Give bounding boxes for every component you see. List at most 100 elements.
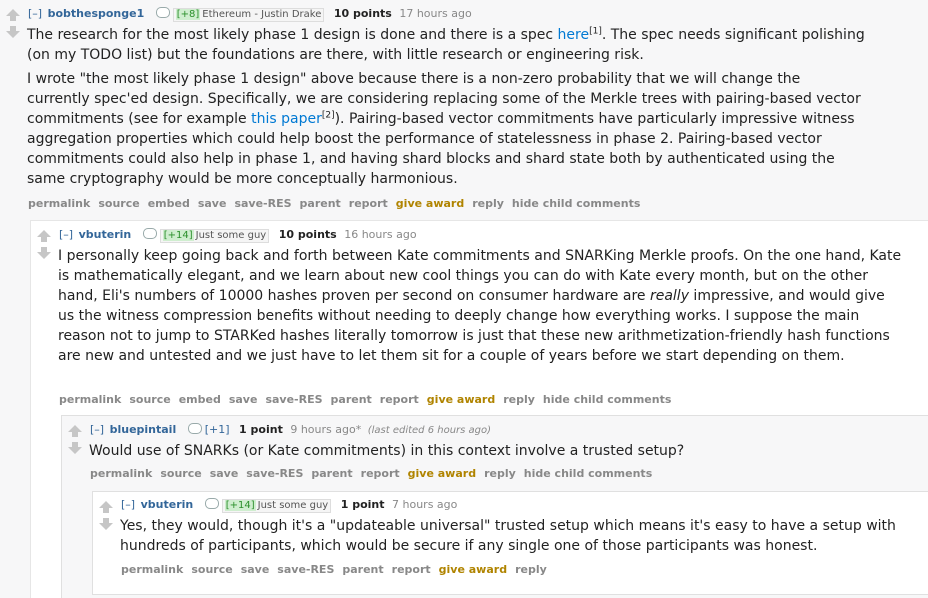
comment-actions: permalink source save save-RES parent report g… — [121, 563, 555, 577]
comment-body: Would use of SNARKs (or Kate commitments… — [89, 441, 909, 465]
comment-time: 9 hours ago* — [290, 423, 362, 436]
user-flair: [+14] Just some guy — [221, 499, 332, 513]
comment-paragraph: I personally keep going back and forth b… — [58, 246, 903, 366]
embed-button[interactable]: embed — [148, 197, 190, 210]
reply-button[interactable]: reply — [503, 393, 535, 406]
author-link[interactable]: vbuterin — [79, 228, 132, 241]
vote-column — [98, 500, 114, 531]
reply-button[interactable]: reply — [484, 467, 516, 480]
hide-child-comments-button[interactable]: hide child comments — [512, 197, 640, 210]
vote-column — [5, 8, 21, 39]
comment-score: 1 point — [239, 423, 283, 436]
comment-tagline: [–] bobthesponge1 [+8] Ethereum - Justin … — [28, 7, 472, 22]
upvote-arrow-icon[interactable] — [36, 229, 52, 243]
source-button[interactable]: source — [160, 467, 201, 480]
comment-score: 10 points — [333, 7, 392, 20]
give-award-button[interactable]: give award — [396, 197, 464, 210]
source-button[interactable]: source — [98, 197, 139, 210]
upvote-arrow-icon[interactable] — [67, 424, 83, 438]
comment-paragraph: The research for the most likely phase 1… — [27, 25, 887, 65]
give-award-button[interactable]: give award — [439, 563, 507, 576]
comment-actions: permalink source save save-RES parent report g… — [90, 467, 660, 481]
paper-link[interactable]: this paper — [251, 111, 322, 127]
comment-bubble-icon — [204, 498, 219, 509]
user-karma: [+1] — [204, 423, 230, 436]
hide-child-comments-button[interactable]: hide child comments — [543, 393, 671, 406]
author-link[interactable]: bobthesponge1 — [48, 7, 145, 20]
save-res-button[interactable]: save-RES — [234, 197, 291, 210]
downvote-arrow-icon[interactable] — [5, 25, 21, 39]
collapse-toggle[interactable]: [–] — [59, 228, 73, 241]
user-flair: [+8] Ethereum - Justin Drake — [172, 8, 325, 22]
reply-button[interactable]: reply — [515, 563, 547, 576]
permalink-button[interactable]: permalink — [59, 393, 121, 406]
comment-bubble-icon — [142, 228, 157, 239]
save-button[interactable]: save — [210, 467, 239, 480]
vote-column — [67, 424, 83, 455]
upvote-arrow-icon[interactable] — [5, 8, 21, 22]
comment-time: 16 hours ago — [344, 228, 417, 241]
comment-tagline: [–] bluepintail [+1] 1 point 9 hours ago… — [90, 423, 491, 438]
author-link[interactable]: vbuterin — [141, 498, 194, 511]
report-button[interactable]: report — [380, 393, 419, 406]
parent-button[interactable]: parent — [311, 467, 352, 480]
comment-time: 17 hours ago — [399, 7, 472, 20]
collapse-toggle[interactable]: [–] — [90, 423, 104, 436]
emphasis-text: really — [649, 288, 689, 304]
save-res-button[interactable]: save-RES — [246, 467, 303, 480]
comment-body: Yes, they would, though it's a "updateab… — [120, 516, 920, 560]
footnote-ref: [1] — [589, 26, 602, 37]
comment-score: 10 points — [278, 228, 337, 241]
permalink-button[interactable]: permalink — [28, 197, 90, 210]
vote-column — [36, 229, 52, 260]
save-button[interactable]: save — [229, 393, 258, 406]
flair-text: Ethereum - Justin Drake — [202, 9, 322, 20]
comment-body: I personally keep going back and forth b… — [58, 246, 903, 370]
comment-actions: permalink source embed save save-RES parent re… — [28, 197, 648, 211]
report-button[interactable]: report — [361, 467, 400, 480]
source-button[interactable]: source — [191, 563, 232, 576]
give-award-button[interactable]: give award — [408, 467, 476, 480]
user-karma: [+14] — [224, 500, 256, 511]
embed-button[interactable]: embed — [179, 393, 221, 406]
save-res-button[interactable]: save-RES — [277, 563, 334, 576]
permalink-button[interactable]: permalink — [90, 467, 152, 480]
report-button[interactable]: report — [392, 563, 431, 576]
spec-link[interactable]: here — [558, 27, 590, 43]
flair-text: Just some guy — [195, 230, 267, 241]
save-button[interactable]: save — [198, 197, 227, 210]
give-award-button[interactable]: give award — [427, 393, 495, 406]
downvote-arrow-icon[interactable] — [36, 246, 52, 260]
comment-body: The research for the most likely phase 1… — [27, 25, 887, 193]
comment-vbuterin-nested: [–] vbuterin [+14] Just some guy 1 point … — [92, 491, 928, 595]
comment-paragraph: Yes, they would, though it's a "updateab… — [120, 518, 896, 554]
save-button[interactable]: save — [241, 563, 270, 576]
downvote-arrow-icon[interactable] — [67, 441, 83, 455]
comment-time: 7 hours ago — [392, 498, 458, 511]
comment-tagline: [–] vbuterin [+14] Just some guy 10 point… — [59, 228, 417, 243]
comment-bubble-icon — [187, 423, 202, 434]
parent-button[interactable]: parent — [300, 197, 341, 210]
hide-child-comments-button[interactable]: hide child comments — [524, 467, 652, 480]
comment-bubble-icon — [155, 7, 170, 18]
footnote-ref: [2] — [321, 110, 335, 121]
user-flair: [+14] Just some guy — [159, 229, 270, 243]
source-button[interactable]: source — [129, 393, 170, 406]
permalink-button[interactable]: permalink — [121, 563, 183, 576]
comment-paragraph: Would use of SNARKs (or Kate commitments… — [89, 443, 685, 459]
collapse-toggle[interactable]: [–] — [121, 498, 135, 511]
comment-tagline: [–] vbuterin [+14] Just some guy 1 point … — [121, 498, 457, 513]
comment-actions: permalink source embed save save-RES parent re… — [59, 393, 679, 407]
user-karma: [+14] — [162, 230, 194, 241]
parent-button[interactable]: parent — [331, 393, 372, 406]
reply-button[interactable]: reply — [472, 197, 504, 210]
parent-button[interactable]: parent — [342, 563, 383, 576]
comment-paragraph: I wrote "the most likely phase 1 design"… — [27, 69, 867, 189]
author-link[interactable]: bluepintail — [110, 423, 177, 436]
user-karma: [+8] — [175, 9, 201, 20]
report-button[interactable]: report — [349, 197, 388, 210]
downvote-arrow-icon[interactable] — [98, 517, 114, 531]
upvote-arrow-icon[interactable] — [98, 500, 114, 514]
save-res-button[interactable]: save-RES — [265, 393, 322, 406]
collapse-toggle[interactable]: [–] — [28, 7, 42, 20]
